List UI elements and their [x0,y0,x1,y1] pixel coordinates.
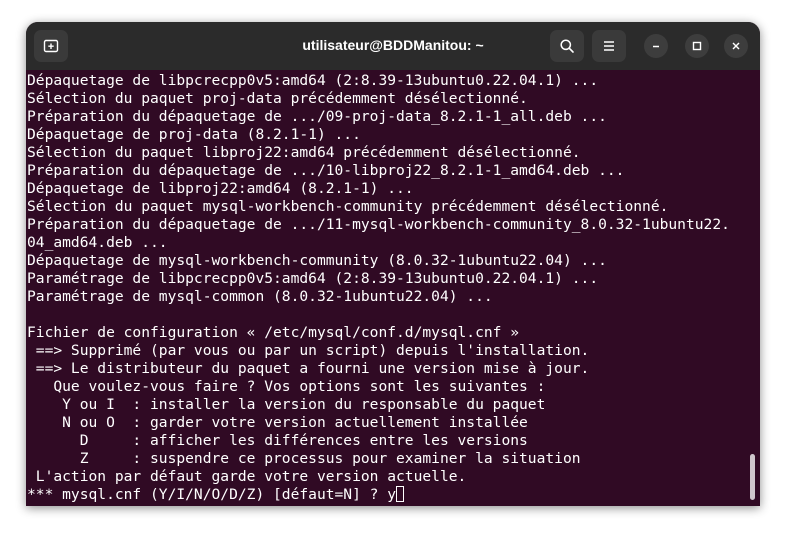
close-button[interactable] [724,34,748,58]
typed-input[interactable]: y [387,486,396,503]
terminal-line: L'action par défaut garde votre version … [27,468,467,485]
minimize-button[interactable] [644,34,668,58]
maximize-icon [692,41,702,51]
terminal-line: N ou O : garder votre version actuelleme… [27,414,528,431]
terminal-line: Dépaquetage de mysql-workbench-community… [27,252,607,269]
scrollbar[interactable] [750,454,755,500]
prompt-line[interactable]: *** mysql.cnf (Y/I/N/O/D/Z) [défaut=N] ?… [27,486,730,504]
hamburger-menu-icon [604,41,614,51]
terminal-line: Préparation du dépaquetage de .../09-pro… [27,108,607,125]
terminal-line: Préparation du dépaquetage de .../10-lib… [27,162,625,179]
terminal-line: ==> Supprimé (par vous ou par un script)… [27,342,590,359]
terminal-line: Fichier de configuration « /etc/mysql/co… [27,324,520,341]
search-icon [560,39,574,53]
maximize-button[interactable] [685,34,709,58]
terminal-line: Dépaquetage de libproj22:amd64 (8.2.1-1)… [27,180,414,197]
minimize-icon [653,45,659,48]
terminal-lines: Dépaquetage de libpcrecpp0v5:amd64 (2:8.… [27,72,730,504]
terminal-line: Sélection du paquet libproj22:amd64 préc… [27,144,581,161]
terminal-line: ==> Le distributeur du paquet a fourni u… [27,360,590,377]
terminal-line: Dépaquetage de libpcrecpp0v5:amd64 (2:8.… [27,72,599,89]
title-bar[interactable]: utilisateur@BDDManitou: ~ [26,22,760,70]
terminal-line: 04_amd64.deb ... [27,234,168,251]
terminal-line: Sélection du paquet mysql-workbench-comm… [27,198,669,215]
terminal-line: Y ou I : installer la version du respons… [27,396,546,413]
close-icon [732,42,740,50]
prompt-text: *** mysql.cnf (Y/I/N/O/D/Z) [défaut=N] ? [27,486,388,503]
terminal-line: Paramétrage de mysql-common (8.0.32-1ubu… [27,288,493,305]
terminal-line: Sélection du paquet proj-data précédemme… [27,90,528,107]
terminal-line: Préparation du dépaquetage de .../11-mys… [27,216,730,233]
terminal-line: Dépaquetage de proj-data (8.2.1-1) ... [27,126,361,143]
terminal-line: D : afficher les différences entre les v… [27,432,528,449]
terminal-window: utilisateur@BDDManitou: ~ Dépaquetage de… [26,22,760,506]
terminal-line: Paramétrage de libpcrecpp0v5:amd64 (2:8.… [27,270,599,287]
terminal-output-area[interactable]: Dépaquetage de libpcrecpp0v5:amd64 (2:8.… [26,70,760,506]
search-button[interactable] [550,30,584,62]
text-cursor [396,486,405,502]
terminal-line: Que voulez-vous faire ? Vos options sont… [27,378,546,395]
terminal-line: Z : suspendre ce processus pour examiner… [27,450,581,467]
menu-button[interactable] [592,30,626,62]
